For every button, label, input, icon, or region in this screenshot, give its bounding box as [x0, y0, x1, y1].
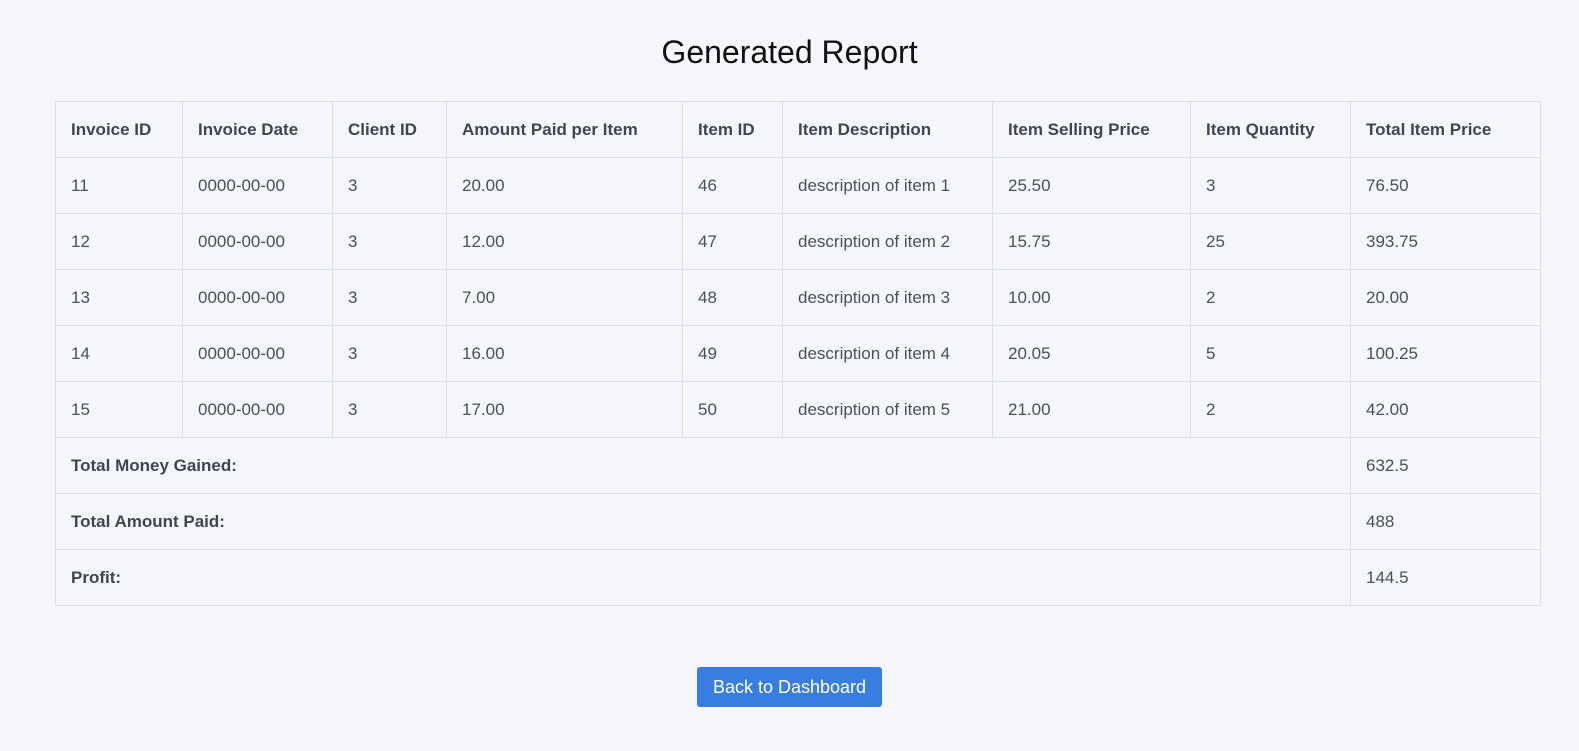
summary-row-total-paid: Total Amount Paid: 488 [55, 493, 1541, 550]
cell-amount-paid: 17.00 [446, 381, 683, 438]
table-row: 13 0000-00-00 3 7.00 48 description of i… [55, 269, 1541, 326]
cell-item-id: 47 [682, 213, 783, 270]
summary-row-total-gained: Total Money Gained: 632.5 [55, 437, 1541, 494]
report-page: Generated Report Invoice ID Invoice Date… [0, 0, 1579, 751]
summary-label-profit: Profit: [55, 549, 1351, 606]
summary-value-total-gained: 632.5 [1350, 437, 1541, 494]
header-row: Invoice ID Invoice Date Client ID Amount… [55, 101, 1541, 158]
cell-client-id: 3 [332, 269, 447, 326]
summary-value-total-paid: 488 [1350, 493, 1541, 550]
cell-item-id: 49 [682, 325, 783, 382]
col-header-quantity: Item Quantity [1190, 101, 1351, 158]
table-row: 15 0000-00-00 3 17.00 50 description of … [55, 381, 1541, 438]
cell-item-description: description of item 1 [782, 157, 993, 214]
col-header-invoice-date: Invoice Date [182, 101, 333, 158]
col-header-amount-paid: Amount Paid per Item [446, 101, 683, 158]
cell-quantity: 25 [1190, 213, 1351, 270]
col-header-item-id: Item ID [682, 101, 783, 158]
cell-quantity: 5 [1190, 325, 1351, 382]
cell-client-id: 3 [332, 213, 447, 270]
cell-item-id: 48 [682, 269, 783, 326]
back-to-dashboard-button[interactable]: Back to Dashboard [697, 667, 882, 707]
cell-invoice-date: 0000-00-00 [182, 381, 333, 438]
actions-bar: Back to Dashboard [0, 667, 1579, 707]
cell-invoice-id: 13 [55, 269, 183, 326]
table-row: 14 0000-00-00 3 16.00 49 description of … [55, 325, 1541, 382]
cell-amount-paid: 16.00 [446, 325, 683, 382]
cell-invoice-id: 11 [55, 157, 183, 214]
cell-item-description: description of item 5 [782, 381, 993, 438]
cell-amount-paid: 20.00 [446, 157, 683, 214]
cell-item-id: 50 [682, 381, 783, 438]
cell-item-description: description of item 3 [782, 269, 993, 326]
cell-quantity: 3 [1190, 157, 1351, 214]
summary-label-total-paid: Total Amount Paid: [55, 493, 1351, 550]
cell-selling-price: 10.00 [992, 269, 1191, 326]
cell-client-id: 3 [332, 157, 447, 214]
cell-total-price: 393.75 [1350, 213, 1541, 270]
cell-invoice-id: 15 [55, 381, 183, 438]
cell-quantity: 2 [1190, 381, 1351, 438]
col-header-total-price: Total Item Price [1350, 101, 1541, 158]
cell-total-price: 20.00 [1350, 269, 1541, 326]
summary-row-profit: Profit: 144.5 [55, 549, 1541, 606]
cell-selling-price: 25.50 [992, 157, 1191, 214]
col-header-invoice-id: Invoice ID [55, 101, 183, 158]
cell-selling-price: 21.00 [992, 381, 1191, 438]
cell-amount-paid: 12.00 [446, 213, 683, 270]
cell-selling-price: 15.75 [992, 213, 1191, 270]
table-row: 11 0000-00-00 3 20.00 46 description of … [55, 157, 1541, 214]
cell-selling-price: 20.05 [992, 325, 1191, 382]
cell-client-id: 3 [332, 381, 447, 438]
cell-invoice-date: 0000-00-00 [182, 213, 333, 270]
report-table: Invoice ID Invoice Date Client ID Amount… [55, 101, 1541, 606]
summary-value-profit: 144.5 [1350, 549, 1541, 606]
cell-invoice-date: 0000-00-00 [182, 269, 333, 326]
col-header-selling-price: Item Selling Price [992, 101, 1191, 158]
table-row: 12 0000-00-00 3 12.00 47 description of … [55, 213, 1541, 270]
cell-total-price: 100.25 [1350, 325, 1541, 382]
cell-quantity: 2 [1190, 269, 1351, 326]
col-header-client-id: Client ID [332, 101, 447, 158]
cell-item-description: description of item 4 [782, 325, 993, 382]
cell-invoice-date: 0000-00-00 [182, 157, 333, 214]
cell-invoice-id: 12 [55, 213, 183, 270]
cell-item-id: 46 [682, 157, 783, 214]
cell-client-id: 3 [332, 325, 447, 382]
cell-total-price: 42.00 [1350, 381, 1541, 438]
col-header-item-description: Item Description [782, 101, 993, 158]
cell-total-price: 76.50 [1350, 157, 1541, 214]
cell-invoice-id: 14 [55, 325, 183, 382]
cell-amount-paid: 7.00 [446, 269, 683, 326]
page-title: Generated Report [661, 34, 918, 70]
cell-item-description: description of item 2 [782, 213, 993, 270]
cell-invoice-date: 0000-00-00 [182, 325, 333, 382]
summary-label-total-gained: Total Money Gained: [55, 437, 1351, 494]
